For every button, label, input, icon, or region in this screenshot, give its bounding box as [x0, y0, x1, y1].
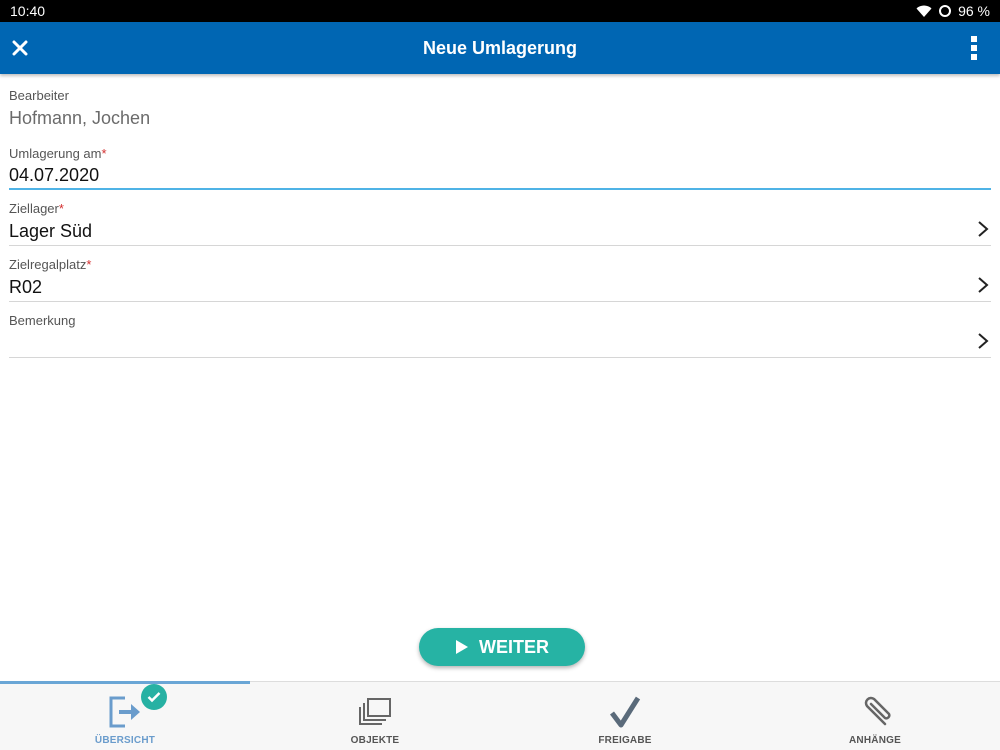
zielregalplatz-label: Zielregalplatz*	[9, 257, 92, 272]
bearbeiter-label: Bearbeiter	[9, 88, 69, 103]
tab-uebersicht[interactable]: ÜBERSICHT	[0, 682, 250, 750]
bemerkung-label: Bemerkung	[9, 313, 76, 328]
zielregalplatz-field[interactable]: Zielregalplatz* R02	[9, 246, 991, 302]
bearbeiter-value: Hofmann, Jochen	[9, 108, 151, 128]
chevron-right-icon	[978, 277, 989, 293]
play-icon	[456, 640, 468, 654]
ziellager-field[interactable]: Ziellager* Lager Süd	[9, 190, 991, 246]
tab-label: ÜBERSICHT	[94, 735, 156, 746]
bottom-nav: ÜBERSICHT OBJEKTE FREIGABE ANHÄNGE	[0, 681, 1000, 750]
check-badge-icon	[147, 692, 161, 703]
chevron-right-icon	[978, 333, 989, 349]
ziellager-label: Ziellager*	[9, 201, 64, 216]
app-root: 10:40 96 % Neue Umlagerung Bearbeiter Ho…	[0, 0, 1000, 750]
menu-dot-icon	[971, 45, 977, 51]
required-marker: *	[101, 146, 107, 161]
tab-anhaenge[interactable]: ANHÄNGE	[750, 682, 1000, 750]
wifi-icon	[916, 5, 932, 17]
more-options-button[interactable]	[968, 34, 980, 62]
page-title: Neue Umlagerung	[422, 38, 578, 58]
stacked-objects-icon	[359, 698, 391, 725]
exit-document-icon	[109, 696, 140, 728]
close-button[interactable]	[6, 34, 34, 62]
menu-dot-icon	[971, 54, 977, 60]
close-icon	[12, 40, 28, 56]
tab-label: FREIGABE	[598, 735, 652, 746]
menu-dot-icon	[971, 36, 977, 42]
paperclip-icon	[864, 696, 891, 726]
app-bar: Neue Umlagerung	[0, 22, 1000, 74]
required-marker: *	[86, 257, 92, 272]
chevron-right-icon	[978, 221, 989, 237]
weiter-label: WEITER	[479, 636, 549, 657]
weiter-button[interactable]: WEITER	[419, 628, 585, 666]
status-bar: 10:40 96 %	[0, 0, 1000, 22]
zielregalplatz-value: R02	[9, 277, 43, 297]
umlagerung-form: Bearbeiter Hofmann, Jochen Umlagerung am…	[9, 74, 991, 358]
tab-freigabe[interactable]: FREIGABE	[500, 682, 750, 750]
umlagerung-am-field[interactable]: Umlagerung am* 04.07.2020	[9, 138, 991, 190]
status-icons: 96 %	[916, 3, 990, 19]
battery-level: 96 %	[958, 3, 990, 19]
umlagerung-am-input[interactable]: 04.07.2020	[9, 165, 991, 186]
umlagerung-am-label: Umlagerung am*	[9, 146, 107, 161]
required-marker: *	[58, 201, 64, 216]
tab-objekte[interactable]: OBJEKTE	[250, 682, 500, 750]
tab-label: OBJEKTE	[350, 735, 400, 746]
ziellager-value: Lager Süd	[9, 221, 93, 241]
checkmark-icon	[610, 696, 641, 728]
battery-ring-icon	[939, 5, 952, 17]
tab-label: ANHÄNGE	[849, 735, 901, 746]
bearbeiter-field: Bearbeiter Hofmann, Jochen	[9, 74, 991, 138]
completed-badge	[141, 684, 167, 710]
status-time: 10:40	[10, 3, 46, 19]
bemerkung-field[interactable]: Bemerkung	[9, 302, 991, 358]
